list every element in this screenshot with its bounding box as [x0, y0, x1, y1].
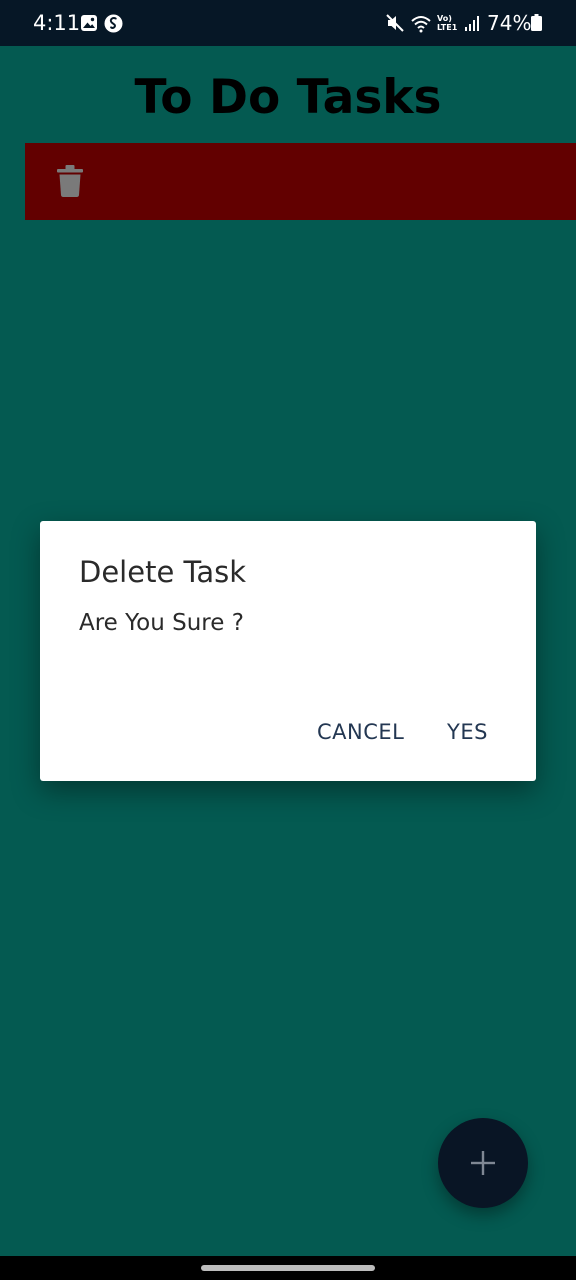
status-notification-icons [80, 12, 123, 34]
status-bar: 4:11 Vo) LTE1 74% [0, 0, 576, 46]
network-type-label: Vo) LTE1 [437, 14, 458, 32]
plus-icon [471, 1151, 495, 1175]
mute-icon [386, 14, 404, 32]
dialog-message: Are You Sure ? [79, 610, 244, 636]
cancel-button[interactable]: CANCEL [317, 714, 407, 750]
status-system-icons: Vo) LTE1 [385, 11, 480, 35]
gallery-icon [81, 15, 97, 31]
battery-icon [531, 14, 542, 31]
shazam-icon [104, 14, 123, 32]
yes-button[interactable]: YES [447, 714, 495, 750]
task-row-swipe-delete[interactable] [25, 143, 576, 220]
trash-icon[interactable] [57, 165, 83, 197]
signal-icon [465, 16, 479, 31]
dialog-title: Delete Task [79, 555, 247, 589]
status-time: 4:11 [33, 11, 81, 35]
navigation-bar [0, 1256, 576, 1280]
home-indicator[interactable] [201, 1265, 375, 1271]
wifi-icon [411, 16, 431, 33]
add-task-button[interactable] [438, 1118, 528, 1208]
page-title: To Do Tasks [134, 70, 442, 125]
battery-percentage: 74% [487, 11, 532, 35]
